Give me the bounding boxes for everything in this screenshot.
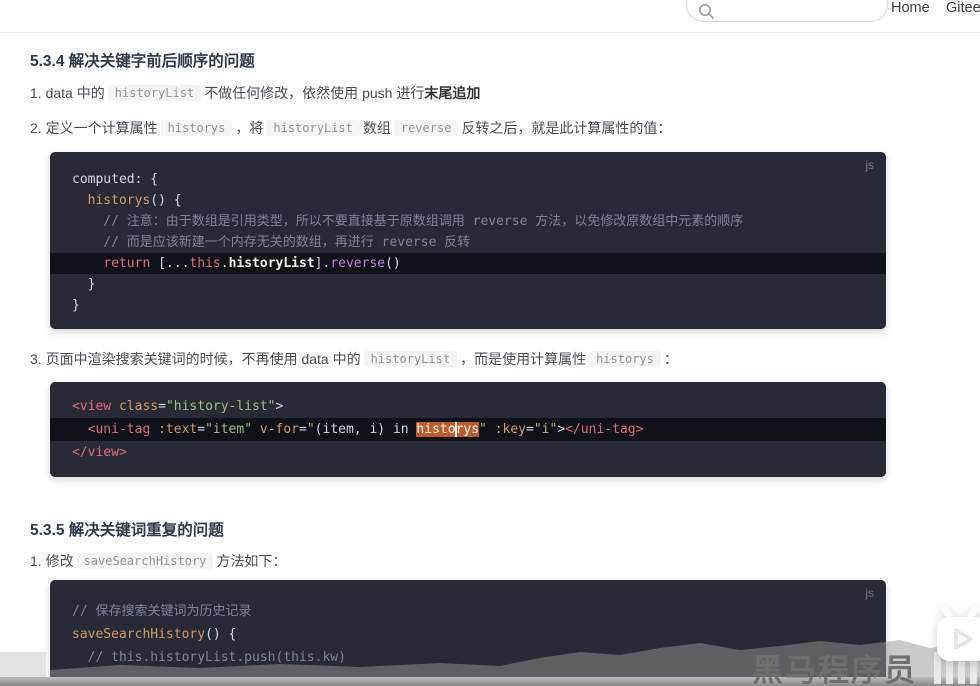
top-navbar: Home Gitee — [0, 0, 980, 33]
code-language-label: js — [865, 158, 874, 172]
section-heading-535: 5.3.5 解决关键词重复的问题 — [30, 522, 224, 539]
watermark-left-block — [0, 652, 46, 678]
text-cursor — [454, 422, 457, 437]
list-item-2: 2. 定义一个计算属性 historys ，将 historyList 数组 revers… — [30, 120, 672, 136]
code-content: <view class="history-list"> <uni-tag :te… — [50, 395, 886, 464]
watermark-text: 黑马程序员 — [752, 653, 917, 686]
list-item-1: 1. data 中的 historyList 不做任何修改，依然使用 push 进行… — [30, 85, 481, 101]
list-item-3: 3. 页面中渲染搜索关键词的时候，不再使用 data 中的 historyList… — [30, 351, 678, 367]
gitee-link[interactable]: Gitee — [946, 0, 980, 16]
code-language-label: js — [865, 586, 874, 600]
search-icon — [698, 3, 714, 19]
inline-code: historyList — [266, 120, 360, 136]
code-content: computed: { historys() { // 注意：由于数组是引用类型… — [50, 169, 886, 316]
home-link[interactable]: Home — [891, 0, 930, 16]
inline-code: saveSearchHistory — [76, 553, 214, 569]
inline-code: historys — [160, 120, 233, 136]
inline-code: historyList — [107, 85, 202, 101]
search-input[interactable] — [719, 0, 879, 20]
inline-code: historys — [589, 351, 661, 367]
code-block-computed: js computed: { historys() { // 注意：由于数组是引… — [50, 152, 886, 329]
inline-code: reverse — [393, 120, 459, 136]
tv-play-button[interactable] — [936, 606, 980, 666]
list-item-4: 1. 修改 saveSearchHistory 方法如下： — [30, 553, 287, 569]
code-block-template: <view class="history-list"> <uni-tag :te… — [50, 382, 886, 477]
inline-code: historyList — [363, 351, 458, 367]
search-box[interactable] — [686, 0, 888, 22]
section-heading-534: 5.3.4 解决关键字前后顺序的问题 — [30, 53, 255, 70]
